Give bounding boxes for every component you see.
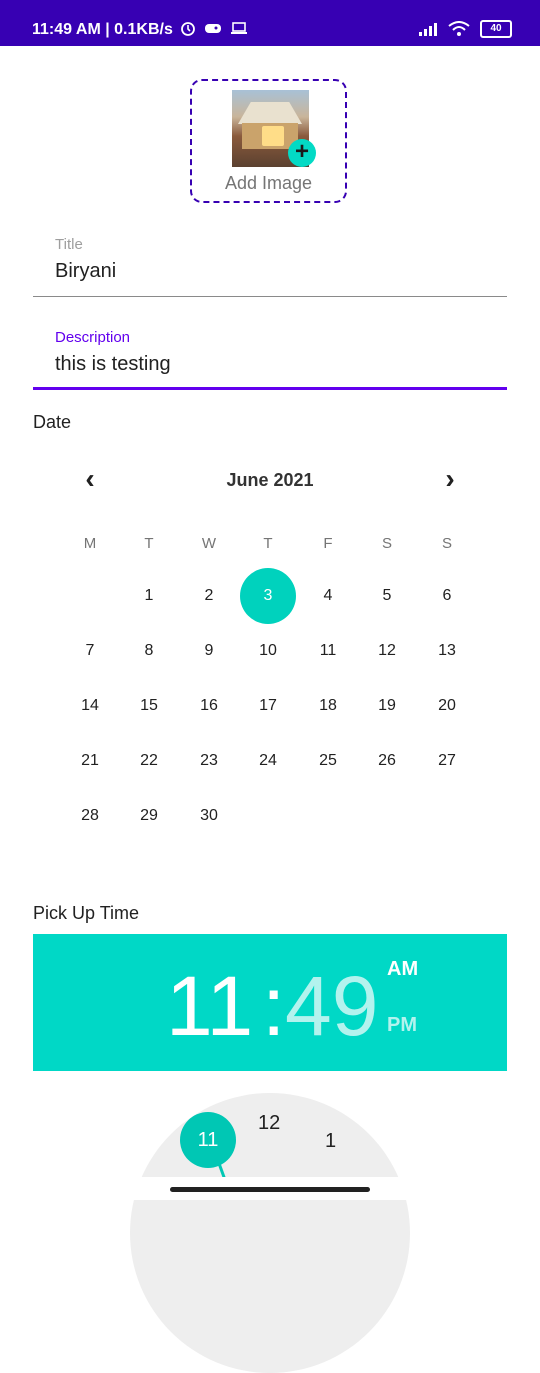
add-image-label: Add Image: [224, 173, 313, 193]
calendar-day[interactable]: 11: [300, 623, 356, 679]
calendar-day-selected[interactable]: 3: [240, 568, 296, 624]
laptop-icon: [231, 22, 247, 34]
calendar-day[interactable]: 1: [121, 568, 177, 624]
clock-number-12[interactable]: 12: [258, 1112, 280, 1135]
calendar-day[interactable]: 17: [240, 678, 296, 734]
description-field-label: Description: [55, 329, 131, 346]
calendar-day[interactable]: 23: [181, 733, 237, 789]
hour-display[interactable]: 11: [166, 958, 253, 1055]
battery-icon: 40: [480, 20, 512, 38]
calendar-day[interactable]: 20: [419, 678, 475, 734]
calendar-day[interactable]: 13: [419, 623, 475, 679]
calendar-day[interactable]: 19: [359, 678, 415, 734]
time-separator: :: [262, 959, 286, 1053]
calendar-day[interactable]: 14: [62, 678, 118, 734]
calendar-month-label: June 2021: [226, 470, 314, 490]
title-underline: [33, 296, 507, 297]
calendar-day[interactable]: 18: [300, 678, 356, 734]
am-toggle[interactable]: AM: [387, 958, 418, 981]
wifi-icon: [448, 21, 470, 36]
calendar-day[interactable]: 8: [121, 623, 177, 679]
calendar-day[interactable]: 9: [181, 623, 237, 679]
pm-toggle[interactable]: PM: [387, 1014, 417, 1037]
weekday-label: S: [441, 535, 452, 552]
calendar-day[interactable]: 25: [300, 733, 356, 789]
calendar-day[interactable]: 10: [240, 623, 296, 679]
chevron-right-icon[interactable]: ›: [430, 460, 470, 500]
description-field[interactable]: Description this is testing: [33, 323, 507, 393]
calendar-day[interactable]: 27: [419, 733, 475, 789]
minute-display[interactable]: 49: [285, 958, 378, 1055]
title-field-label: Title: [55, 236, 83, 253]
time-display: 11 : 49 AM PM: [33, 934, 507, 1071]
clock-number-1[interactable]: 1: [325, 1130, 336, 1153]
calendar-day[interactable]: 16: [181, 678, 237, 734]
title-field[interactable]: Title Biryani: [33, 230, 507, 300]
clock-number-selected[interactable]: 11: [180, 1112, 236, 1168]
calendar-day[interactable]: 12: [359, 623, 415, 679]
status-bar: 11:49 AM | 0.1KB/s 40: [0, 0, 540, 46]
description-input[interactable]: this is testing: [55, 353, 171, 376]
calendar-day[interactable]: 29: [121, 788, 177, 844]
calendar-day[interactable]: 4: [300, 568, 356, 624]
calendar-day[interactable]: 26: [359, 733, 415, 789]
calendar-day[interactable]: 22: [121, 733, 177, 789]
pickup-time-label: Pick Up Time: [33, 903, 140, 923]
calendar-header: ‹ June 2021 ›: [60, 460, 480, 500]
gesture-nav-bar: [170, 1187, 370, 1192]
title-input[interactable]: Biryani: [55, 260, 116, 283]
weekday-label: S: [381, 535, 392, 552]
add-icon[interactable]: +: [288, 139, 316, 167]
weekday-label: F: [323, 535, 333, 552]
calendar-day[interactable]: 30: [181, 788, 237, 844]
description-underline: [33, 387, 507, 390]
calendar-day[interactable]: 5: [359, 568, 415, 624]
calendar-day[interactable]: 28: [62, 788, 118, 844]
weekday-label: M: [83, 535, 97, 552]
calendar-day[interactable]: 15: [121, 678, 177, 734]
date-label: Date: [33, 412, 72, 432]
clock-face[interactable]: [130, 1093, 410, 1373]
weekday-label: T: [144, 535, 154, 552]
calendar-day[interactable]: 7: [62, 623, 118, 679]
image-picker[interactable]: + Add Image: [190, 79, 347, 203]
calendar-day[interactable]: 2: [181, 568, 237, 624]
alarm-icon: [181, 22, 195, 36]
status-time: 11:49 AM | 0.1KB/s: [32, 21, 173, 38]
calendar-day[interactable]: 21: [62, 733, 118, 789]
weekday-label: W: [201, 535, 217, 552]
calendar-day[interactable]: 24: [240, 733, 296, 789]
weekday-label: T: [263, 535, 273, 552]
controller-icon: [205, 24, 221, 33]
calendar-day[interactable]: 6: [419, 568, 475, 624]
signal-icon: [419, 23, 437, 36]
